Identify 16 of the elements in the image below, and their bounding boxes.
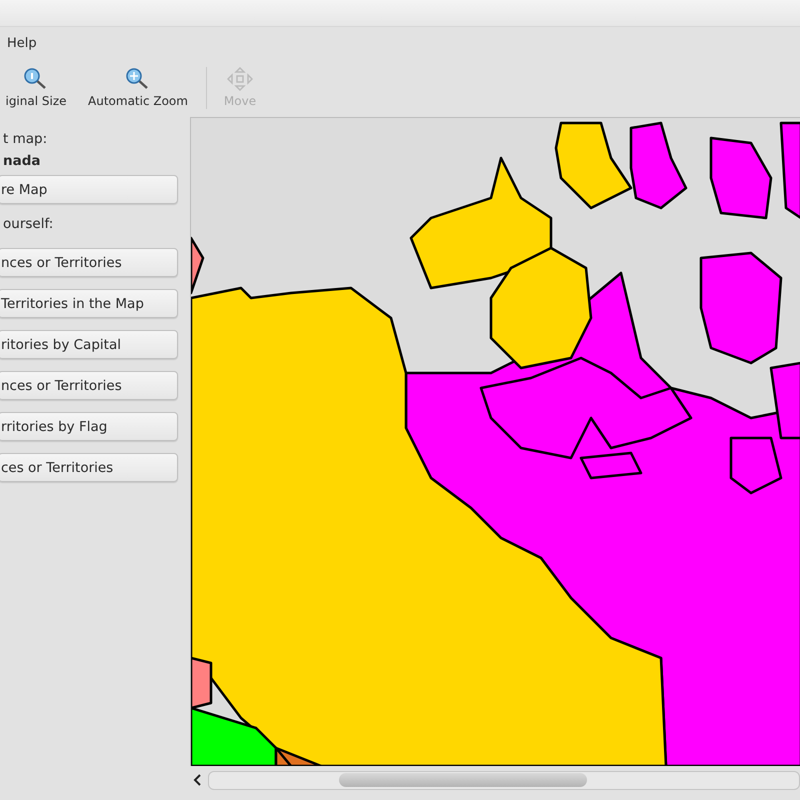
map-name: nada	[2, 153, 42, 171]
choose-map-button[interactable]: re Map	[0, 175, 178, 204]
menu-item[interactable]: Help	[7, 36, 37, 50]
toolbar-button[interactable]: Automatic Zoom	[80, 59, 196, 109]
horizontal-scrollbar[interactable]	[208, 770, 800, 790]
game-mode-button[interactable]: ritories by Capital	[0, 330, 178, 359]
map-label: t map:	[2, 131, 48, 149]
toolbar-button[interactable]: iginal Size	[0, 59, 76, 109]
game-mode-button[interactable]: Territories in the Map	[0, 289, 178, 318]
game-mode-button[interactable]: ces or Territories	[0, 453, 178, 482]
game-mode-button[interactable]: rritories by Flag	[0, 412, 178, 441]
section-label: ourself:	[2, 216, 54, 234]
game-mode-button[interactable]: nces or Territories	[0, 371, 178, 400]
scrollbar-thumb[interactable]	[339, 772, 587, 786]
move-icon	[227, 67, 253, 91]
game-mode-button[interactable]: nces or Territories	[0, 248, 178, 277]
